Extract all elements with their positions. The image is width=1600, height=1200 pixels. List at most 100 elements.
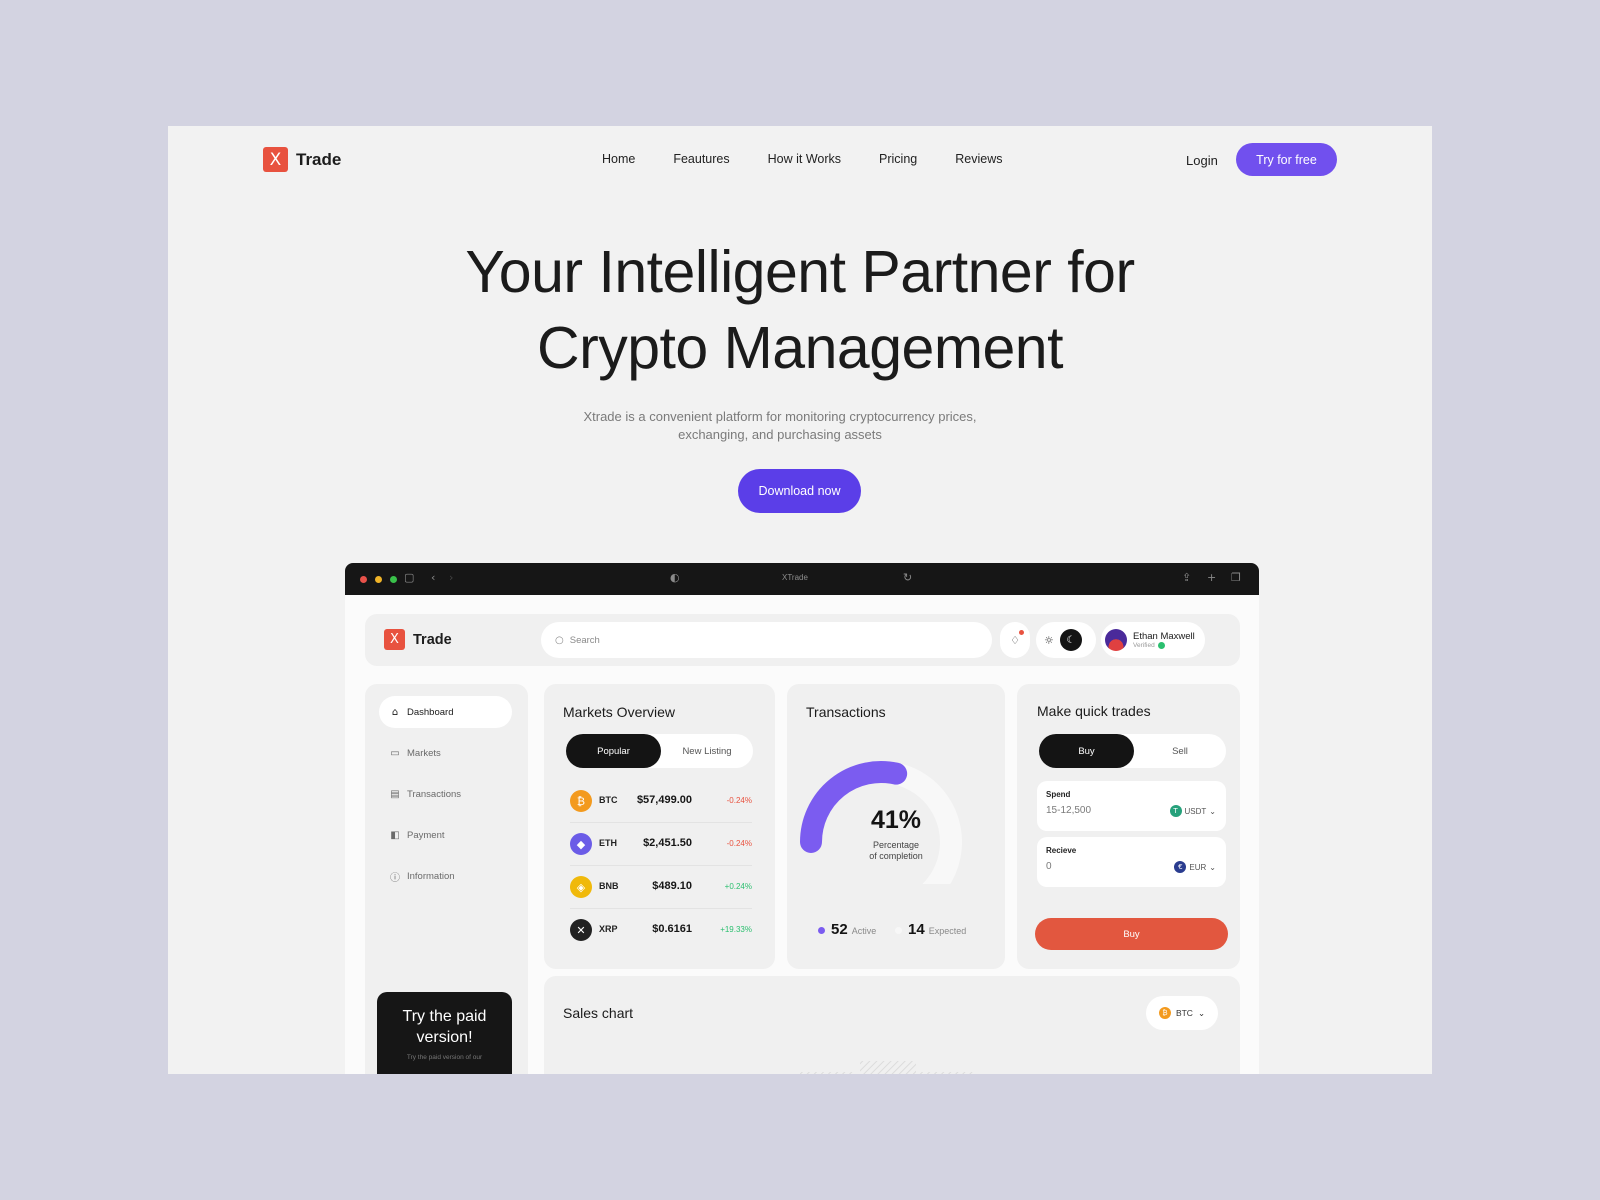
sidebar-item-label: Information: [407, 870, 455, 882]
main-nav: Home Feautures How it Works Pricing Revi…: [602, 152, 1002, 166]
active-label: Active: [851, 926, 877, 936]
nav-home[interactable]: Home: [602, 152, 635, 166]
sidebar-toggle-icon[interactable]: ▢: [404, 571, 414, 584]
user-status: Verified: [1133, 642, 1195, 649]
sales-bar-bg: [860, 1061, 916, 1074]
coin-divider: [570, 865, 752, 866]
tab-sell[interactable]: Sell: [1134, 734, 1226, 768]
logo-x-icon: X: [384, 629, 405, 650]
user-menu[interactable]: Ethan Maxwell Verified: [1101, 622, 1205, 658]
sales-bar-bg: [800, 1072, 856, 1074]
expected-stat: 14 Expected: [895, 921, 966, 938]
receive-currency-select[interactable]: € EUR ⌄: [1174, 861, 1216, 873]
coin-price: $489.10: [652, 880, 692, 892]
sidebar-item-label: Dashboard: [407, 706, 454, 718]
sidebar-item-payment[interactable]: ◧ Payment: [379, 819, 512, 851]
nav-pricing[interactable]: Pricing: [879, 152, 917, 166]
markets-title: Markets Overview: [563, 704, 676, 720]
spend-field[interactable]: Spend 15-12,500 T USDT ⌄: [1037, 781, 1226, 831]
eth-coin-icon: ◆: [570, 833, 592, 855]
sidebar-item-dashboard[interactable]: ⌂ Dashboard: [379, 696, 512, 728]
tab-popular[interactable]: Popular: [566, 734, 661, 768]
markets-tabs: Popular New Listing: [566, 734, 753, 768]
sidebar-item-information[interactable]: ⓘ Information: [379, 860, 512, 892]
search-input[interactable]: ○ Search: [541, 622, 992, 658]
sales-chart-title: Sales chart: [563, 1005, 634, 1021]
completion-percent: 41%: [870, 806, 922, 834]
coin-change: +19.33%: [720, 925, 752, 934]
hero-subtitle-line-1: Xtrade is a convenient platform for moni…: [583, 409, 977, 424]
back-icon[interactable]: ‹: [431, 571, 435, 584]
expected-legend-dot: [895, 927, 902, 934]
notification-badge: [1019, 630, 1024, 635]
search-placeholder: Search: [569, 634, 600, 646]
nav-features[interactable]: Feautures: [673, 152, 729, 166]
hero-title-line-1: Your Intelligent Partner for: [465, 239, 1135, 305]
payment-icon: ◧: [390, 829, 400, 841]
bnb-coin-icon: ◈: [570, 876, 592, 898]
tether-icon: T: [1169, 805, 1182, 817]
active-stat: 52 Active: [818, 921, 876, 938]
buy-button[interactable]: Buy: [1035, 918, 1228, 950]
upgrade-promo-card[interactable]: Try the paid version! Try the paid versi…: [377, 992, 512, 1074]
new-tab-icon[interactable]: +: [1207, 571, 1216, 584]
receive-currency: EUR: [1189, 862, 1207, 872]
bag-icon: ▭: [390, 747, 400, 759]
promo-title: Try the paid version!: [402, 1008, 487, 1046]
logo-x-icon: X: [263, 147, 288, 172]
transactions-card: Transactions 41% Percentage of completio…: [787, 684, 1005, 969]
close-window-dot[interactable]: [360, 576, 367, 583]
search-icon: ○: [555, 634, 564, 646]
theme-toggle[interactable]: ☼ ☾: [1036, 622, 1096, 658]
spend-value[interactable]: 15-12,500: [1046, 805, 1091, 816]
tabs-overview-icon[interactable]: ❐: [1231, 571, 1241, 584]
coin-divider: [570, 908, 752, 909]
receive-field[interactable]: Recieve 0 € EUR ⌄: [1037, 837, 1226, 887]
maximize-window-dot[interactable]: [390, 576, 397, 583]
notifications-button[interactable]: ♢: [1000, 622, 1030, 658]
app-logo[interactable]: X Trade: [384, 629, 452, 650]
try-for-free-button[interactable]: Try for free: [1236, 143, 1337, 176]
sales-currency-select[interactable]: ₿ BTC ⌄: [1146, 996, 1218, 1030]
brand-logo[interactable]: X Trade: [263, 147, 341, 172]
sales-bar-bg: [918, 1072, 974, 1074]
sun-icon[interactable]: ☼: [1044, 634, 1054, 647]
share-icon[interactable]: ⇪: [1182, 571, 1191, 584]
nav-reviews[interactable]: Reviews: [955, 152, 1002, 166]
address-bar[interactable]: XTrade: [782, 573, 808, 582]
sidebar-item-label: Transactions: [407, 788, 462, 800]
expected-label: Expected: [928, 926, 967, 936]
sales-chart-card: Sales chart ₿ BTC ⌄: [544, 976, 1240, 1074]
hero-subtitle-line-2: exchanging, and purchasing assets: [678, 427, 882, 442]
sidebar-item-markets[interactable]: ▭ Markets: [379, 737, 512, 769]
brand-name: Trade: [413, 631, 452, 648]
receive-value[interactable]: 0: [1046, 861, 1052, 872]
login-link[interactable]: Login: [1186, 153, 1218, 168]
nav-how-it-works[interactable]: How it Works: [768, 152, 841, 166]
hero-title-line-2: Crypto Management: [536, 315, 1064, 381]
coin-row-btc[interactable]: ₿ BTC $57,499.00 -0.24%: [570, 786, 752, 816]
coin-row-eth[interactable]: ◆ ETH $2,451.50 -0.24%: [570, 829, 752, 859]
tab-buy[interactable]: Buy: [1039, 734, 1134, 768]
euro-icon: €: [1174, 861, 1187, 873]
moon-icon[interactable]: ☾: [1059, 629, 1082, 651]
forward-icon[interactable]: ›: [449, 571, 453, 584]
sidebar-item-label: Payment: [407, 829, 445, 841]
coin-price: $0.6161: [652, 923, 692, 935]
sidebar-item-label: Markets: [407, 747, 441, 759]
coin-row-xrp[interactable]: ✕ XRP $0.6161 +19.33%: [570, 915, 752, 945]
coin-row-bnb[interactable]: ◈ BNB $489.10 +0.24%: [570, 872, 752, 902]
browser-titlebar: ▢ ‹ › ◐ XTrade ↻ ⇪ + ❐: [345, 563, 1259, 595]
coin-price: $2,451.50: [643, 837, 692, 849]
sales-currency: BTC: [1175, 1008, 1193, 1018]
reload-icon[interactable]: ↻: [903, 571, 912, 584]
spend-currency-select[interactable]: T USDT ⌄: [1169, 805, 1216, 817]
quick-trades-title: Make quick trades: [1037, 703, 1151, 719]
xrp-coin-icon: ✕: [570, 919, 592, 941]
coin-change: +0.24%: [724, 882, 752, 891]
spend-label: Spend: [1046, 790, 1071, 799]
download-now-button[interactable]: Download now: [738, 469, 861, 513]
minimize-window-dot[interactable]: [375, 576, 382, 583]
tab-new-listing[interactable]: New Listing: [661, 734, 753, 768]
sidebar-item-transactions[interactable]: ▤ Transactions: [379, 778, 512, 810]
